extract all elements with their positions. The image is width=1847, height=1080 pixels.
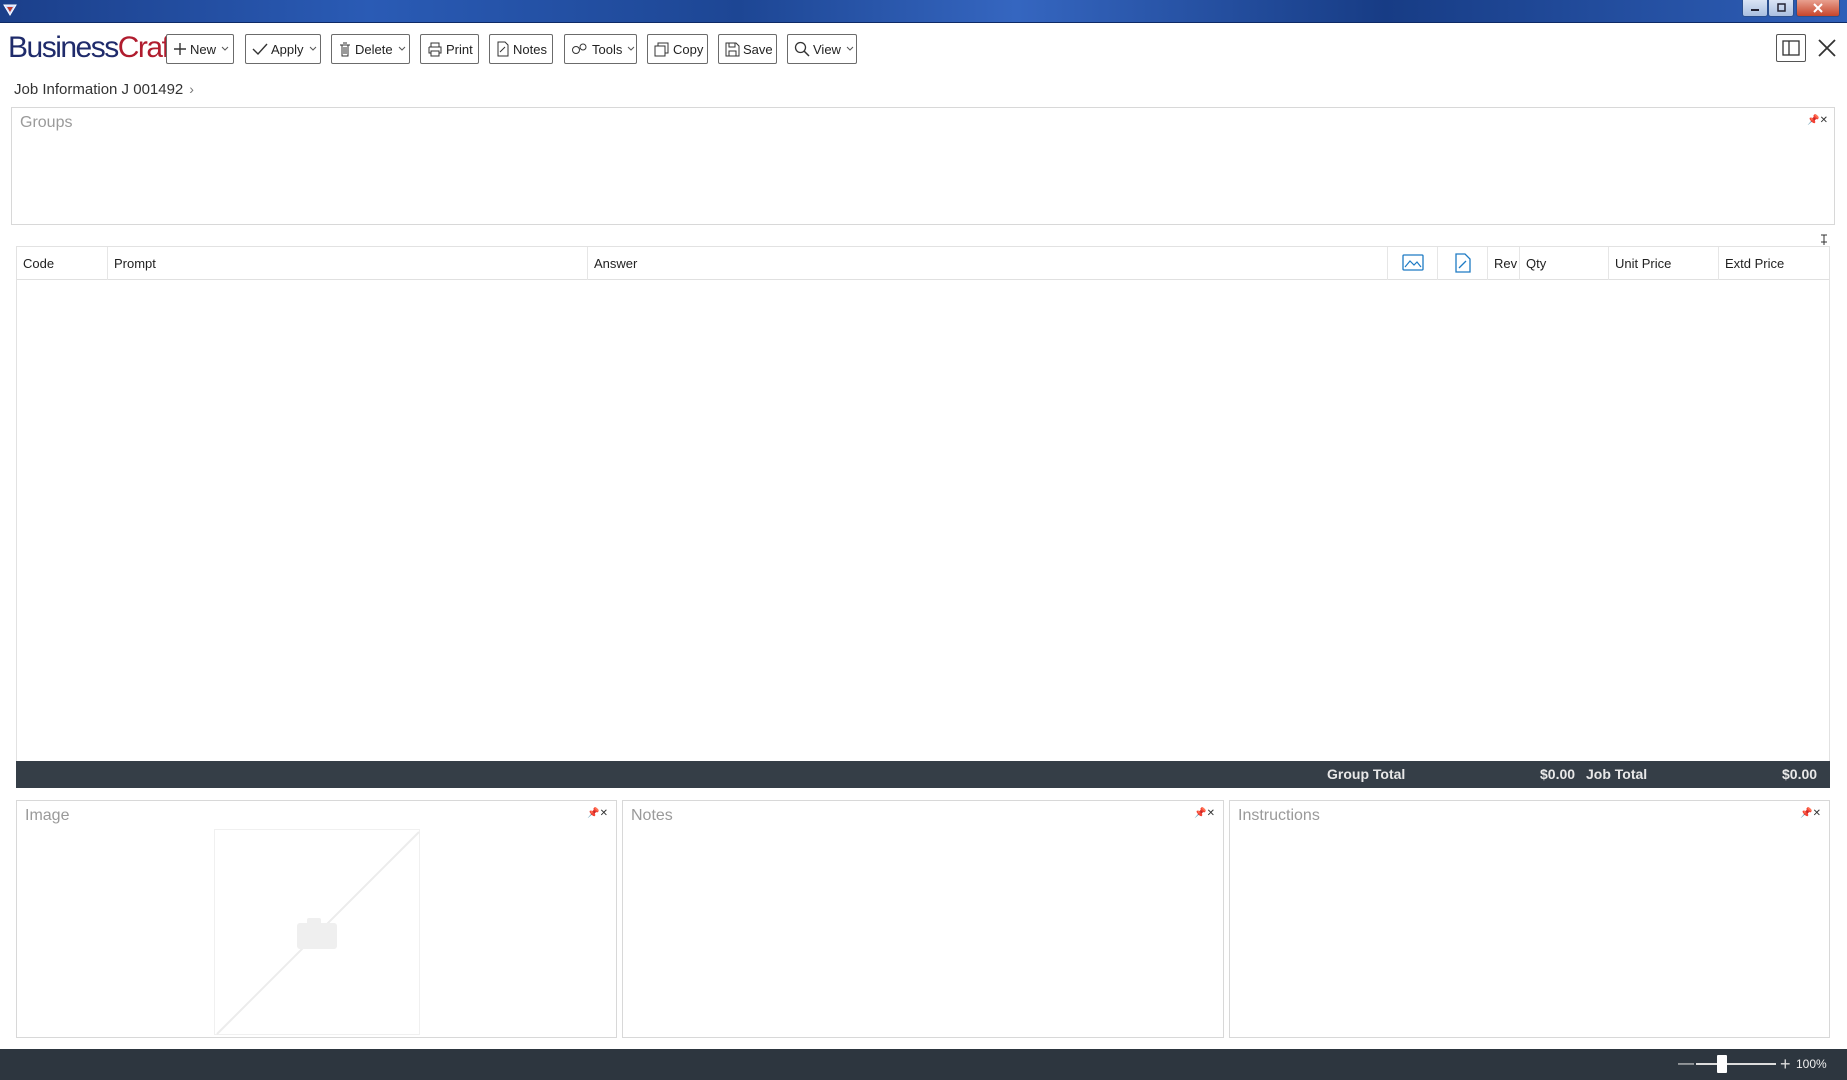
zoom-in-button[interactable]: +: [1780, 1054, 1794, 1074]
column-prompt[interactable]: Prompt: [108, 247, 588, 280]
group-total-label: Group Total: [1327, 766, 1406, 782]
pin-close-icon[interactable]: 📌✕: [1807, 115, 1828, 126]
chevron-down-icon: [221, 46, 229, 51]
group-total-value: $0.00: [1540, 766, 1576, 782]
items-grid: Code Prompt Answer Rev Qty Unit Price Ex…: [16, 246, 1830, 788]
totals-bar: Group Total $0.00 Job Total $0.00: [16, 761, 1830, 788]
grid-pin-icon[interactable]: [1818, 233, 1830, 245]
minimize-button[interactable]: [1742, 0, 1768, 17]
groups-title: Groups: [20, 114, 73, 131]
image-icon: [1402, 254, 1424, 271]
chevron-down-icon: [846, 46, 854, 51]
restore-icon: [1777, 3, 1786, 12]
column-answer[interactable]: Answer: [588, 247, 1388, 280]
window-title-bar: [0, 0, 1847, 23]
pin-close-icon[interactable]: 📌✕: [1194, 808, 1215, 819]
view-button[interactable]: View: [787, 34, 857, 64]
trash-icon: [340, 42, 350, 56]
groups-panel: Groups 📌✕: [11, 107, 1835, 225]
chevron-down-icon: [628, 46, 635, 51]
magnifier-icon: [794, 41, 810, 57]
column-qty[interactable]: Qty: [1520, 247, 1609, 280]
close-icon: [1813, 3, 1823, 13]
zoom-slider-track[interactable]: [1696, 1063, 1776, 1065]
image-placeholder[interactable]: [214, 829, 420, 1035]
gears-icon: [572, 43, 587, 54]
grid-body[interactable]: [17, 280, 1829, 762]
column-unit-price[interactable]: Unit Price: [1609, 247, 1719, 280]
status-bar: — + 100%: [0, 1049, 1847, 1080]
instructions-panel: Instructions 📌✕: [1229, 800, 1830, 1038]
restore-button[interactable]: [1768, 0, 1794, 17]
copy-button[interactable]: Copy: [647, 34, 708, 64]
pin-close-icon[interactable]: 📌✕: [1800, 808, 1821, 819]
breadcrumb-title[interactable]: Job Information J 001492: [14, 81, 183, 98]
chevron-down-icon: [398, 46, 405, 51]
column-extd-price[interactable]: Extd Price: [1719, 247, 1829, 280]
zoom-slider-thumb[interactable]: [1717, 1055, 1727, 1073]
printer-icon: [428, 42, 442, 56]
app-logo: BusinessCraft: [8, 31, 177, 64]
breadcrumb: Job Information J 001492 ›: [14, 80, 194, 98]
toolbar: BusinessCraft New Apply Delete Print Not…: [0, 23, 1847, 75]
apply-button[interactable]: Apply: [245, 34, 321, 64]
layout-toggle-button[interactable]: [1776, 34, 1806, 62]
floppy-disk-icon: [725, 42, 740, 56]
column-code[interactable]: Code: [17, 247, 108, 280]
pin-close-icon[interactable]: 📌✕: [587, 808, 608, 819]
column-note[interactable]: [1438, 247, 1488, 280]
copy-icon: [654, 42, 669, 56]
close-icon: [1818, 39, 1836, 57]
grid-header: Code Prompt Answer Rev Qty Unit Price Ex…: [17, 247, 1829, 280]
pin-icon: [1821, 234, 1827, 245]
window-close-button[interactable]: [1796, 0, 1840, 17]
notes-button[interactable]: Notes: [489, 34, 553, 64]
save-button[interactable]: Save: [718, 34, 777, 64]
instructions-panel-title: Instructions: [1238, 807, 1320, 824]
notes-panel: Notes 📌✕: [622, 800, 1224, 1038]
plus-icon: [174, 43, 186, 55]
column-rev[interactable]: Rev: [1488, 247, 1520, 280]
job-total-label: Job Total: [1586, 766, 1648, 782]
notes-panel-title: Notes: [631, 807, 673, 824]
job-total-value: $0.00: [1782, 766, 1818, 782]
chevron-down-icon: [309, 46, 316, 51]
image-panel-title: Image: [25, 807, 70, 824]
new-button[interactable]: New: [166, 34, 234, 64]
tools-button[interactable]: Tools: [564, 34, 637, 64]
zoom-out-button[interactable]: —: [1678, 1055, 1694, 1073]
note-icon: [1455, 253, 1471, 273]
minimize-icon: [1751, 9, 1759, 11]
camera-placeholder-icon: [216, 831, 420, 1035]
delete-button[interactable]: Delete: [331, 34, 410, 64]
chevron-right-icon: ›: [189, 81, 194, 97]
column-image[interactable]: [1388, 247, 1438, 280]
split-panel-icon: [1782, 40, 1800, 56]
checkmark-icon: [252, 43, 268, 56]
note-icon: [497, 41, 509, 57]
app-icon: [3, 4, 17, 16]
image-panel: Image 📌✕: [16, 800, 617, 1038]
print-button[interactable]: Print: [420, 34, 479, 64]
zoom-level: 100%: [1796, 1057, 1827, 1071]
close-form-button[interactable]: [1814, 34, 1840, 62]
